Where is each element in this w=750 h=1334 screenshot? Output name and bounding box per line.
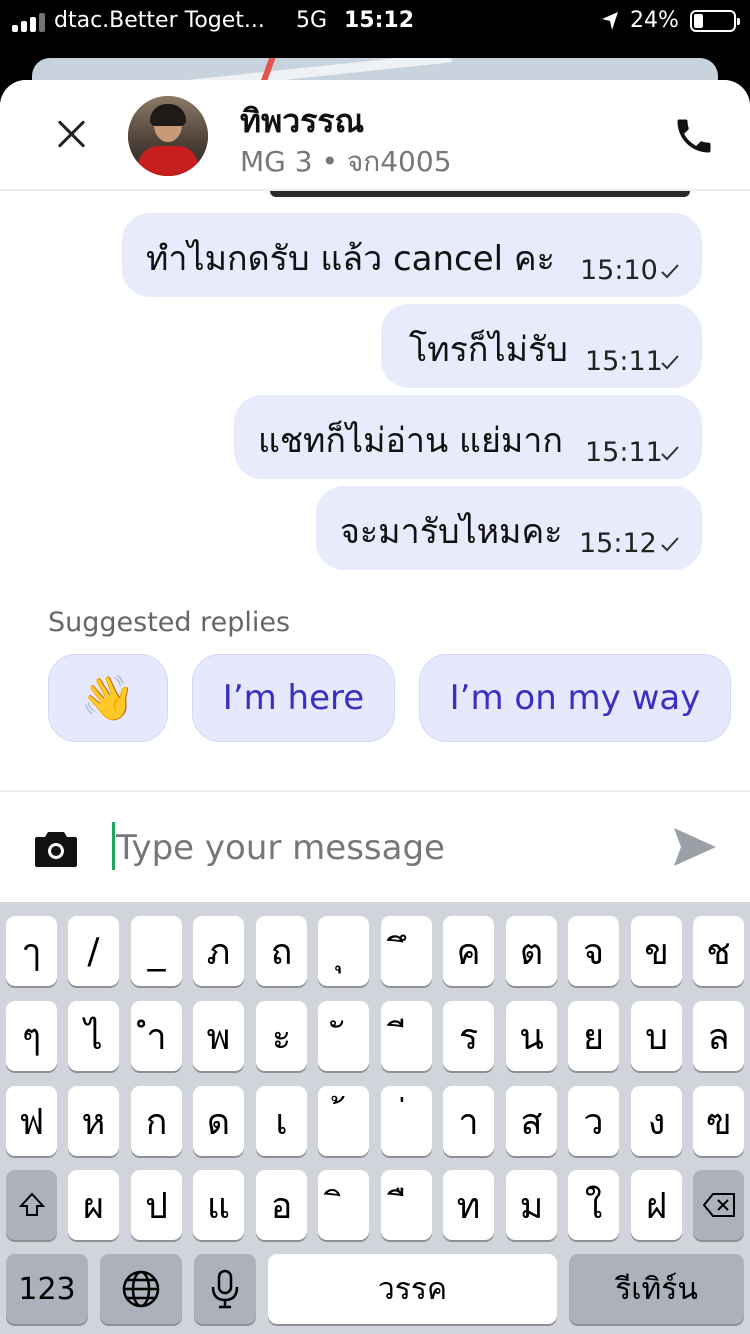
- return-key[interactable]: รีเทิร์น: [569, 1254, 744, 1324]
- shift-key[interactable]: [6, 1170, 57, 1240]
- delete-key[interactable]: [693, 1170, 744, 1240]
- suggested-reply-wave[interactable]: 👋: [48, 654, 168, 742]
- signal-icon: [12, 12, 48, 32]
- message-text: โทรก็ไม่รับ: [409, 330, 568, 370]
- key[interactable]: _: [131, 916, 182, 986]
- suggested-replies-label: Suggested replies: [48, 607, 291, 638]
- key[interactable]: ่: [381, 1086, 432, 1156]
- message-time: 15:11: [585, 346, 663, 377]
- check-icon: [661, 537, 679, 552]
- close-icon[interactable]: [48, 110, 96, 158]
- location-arrow-icon: [602, 12, 618, 30]
- carrier-name: dtac.Better Toget...: [54, 8, 265, 33]
- suggested-reply-im-here[interactable]: I’m here: [192, 654, 395, 742]
- network-type: 5G: [296, 8, 328, 33]
- chat-sheet: ทิพวรรณ MG 3 • จก4005 ทำไมกดรับ แล้ว can…: [0, 80, 750, 902]
- key[interactable]: ั: [318, 1001, 369, 1071]
- battery-fill: [694, 14, 703, 28]
- key[interactable]: ฃ: [693, 1086, 744, 1156]
- message-bubble: โทรก็ไม่รับ 15:11: [381, 304, 702, 388]
- vehicle-info: MG 3 • จก4005: [240, 145, 452, 178]
- globe-icon: [122, 1270, 160, 1308]
- key[interactable]: น: [506, 1001, 557, 1071]
- battery-percent: 24%: [630, 8, 679, 33]
- key[interactable]: ต: [506, 916, 557, 986]
- key[interactable]: ย: [568, 1001, 619, 1071]
- key[interactable]: เ: [256, 1086, 307, 1156]
- phone-icon[interactable]: [672, 114, 716, 158]
- key[interactable]: จ: [568, 916, 619, 986]
- globe-key[interactable]: [100, 1254, 182, 1324]
- check-icon: [661, 446, 679, 461]
- check-icon: [661, 355, 679, 370]
- chat-header: ทิพวรรณ MG 3 • จก4005: [0, 80, 750, 191]
- key[interactable]: ๅ: [6, 916, 57, 986]
- key[interactable]: ด: [193, 1086, 244, 1156]
- key[interactable]: ๆ: [6, 1001, 57, 1071]
- key[interactable]: ช: [693, 916, 744, 986]
- suggested-reply-on-my-way[interactable]: I’m on my way: [419, 654, 731, 742]
- key[interactable]: แ: [193, 1170, 244, 1240]
- key[interactable]: ื: [381, 1170, 432, 1240]
- delete-icon: [702, 1193, 735, 1217]
- text-cursor: [112, 822, 115, 870]
- key[interactable]: ะ: [256, 1001, 307, 1071]
- key[interactable]: ภ: [193, 916, 244, 986]
- key[interactable]: ุ: [318, 916, 369, 986]
- message-bubble: ทำไมกดรับ แล้ว cancel คะ 15:10: [122, 213, 702, 297]
- check-icon: [661, 264, 679, 279]
- space-key[interactable]: วรรค: [268, 1254, 557, 1324]
- battery-icon: [690, 10, 740, 32]
- avatar[interactable]: [128, 96, 208, 176]
- key[interactable]: ฝ: [631, 1170, 682, 1240]
- key[interactable]: อ: [256, 1170, 307, 1240]
- message-time: 15:11: [585, 437, 663, 468]
- message-bubble: จะมารับไหมคะ 15:12: [316, 486, 702, 570]
- numbers-key[interactable]: 123: [6, 1254, 88, 1324]
- key[interactable]: ค: [443, 916, 494, 986]
- shift-icon: [18, 1192, 45, 1216]
- image-message-edge: [270, 191, 690, 197]
- key[interactable]: ถ: [256, 916, 307, 986]
- key[interactable]: ง: [631, 1086, 682, 1156]
- send-icon[interactable]: [672, 826, 718, 868]
- key[interactable]: พ: [193, 1001, 244, 1071]
- key[interactable]: ส: [506, 1086, 557, 1156]
- message-text: ทำไมกดรับ แล้ว cancel คะ: [146, 239, 555, 279]
- key[interactable]: ก: [131, 1086, 182, 1156]
- message-composer: [0, 790, 750, 902]
- message-time: 15:12: [579, 528, 657, 559]
- message-input[interactable]: [116, 820, 636, 876]
- key[interactable]: ม: [506, 1170, 557, 1240]
- thai-keyboard: ๅ / _ ภ ถ ุ ึ ค ต จ ข ช ๆ ไ ำ พ ะ ั ี ร …: [0, 902, 750, 1334]
- camera-icon[interactable]: [34, 828, 78, 868]
- key[interactable]: ห: [68, 1086, 119, 1156]
- key[interactable]: ว: [568, 1086, 619, 1156]
- key[interactable]: บ: [631, 1001, 682, 1071]
- message-text: จะมารับไหมคะ: [340, 512, 563, 552]
- message-text: แชทก็ไม่อ่าน แย่มาก: [258, 421, 563, 461]
- key[interactable]: ป: [131, 1170, 182, 1240]
- key[interactable]: ร: [443, 1001, 494, 1071]
- key[interactable]: ไ: [68, 1001, 119, 1071]
- clock: 15:12: [344, 8, 415, 33]
- key[interactable]: ำ: [131, 1001, 182, 1071]
- key[interactable]: /: [68, 916, 119, 986]
- status-bar: dtac.Better Toget... 5G 15:12 24%: [0, 0, 750, 44]
- microphone-icon: [211, 1269, 239, 1309]
- key[interactable]: ึ: [381, 916, 432, 986]
- key[interactable]: ข: [631, 916, 682, 986]
- key[interactable]: า: [443, 1086, 494, 1156]
- message-time: 15:10: [580, 255, 658, 286]
- key[interactable]: ้: [318, 1086, 369, 1156]
- key[interactable]: ิ: [318, 1170, 369, 1240]
- microphone-key[interactable]: [194, 1254, 256, 1324]
- key[interactable]: ล: [693, 1001, 744, 1071]
- key[interactable]: ผ: [68, 1170, 119, 1240]
- key[interactable]: ใ: [568, 1170, 619, 1240]
- key[interactable]: ท: [443, 1170, 494, 1240]
- key[interactable]: ี: [381, 1001, 432, 1071]
- key[interactable]: ฟ: [6, 1086, 57, 1156]
- message-bubble: แชทก็ไม่อ่าน แย่มาก 15:11: [234, 395, 702, 479]
